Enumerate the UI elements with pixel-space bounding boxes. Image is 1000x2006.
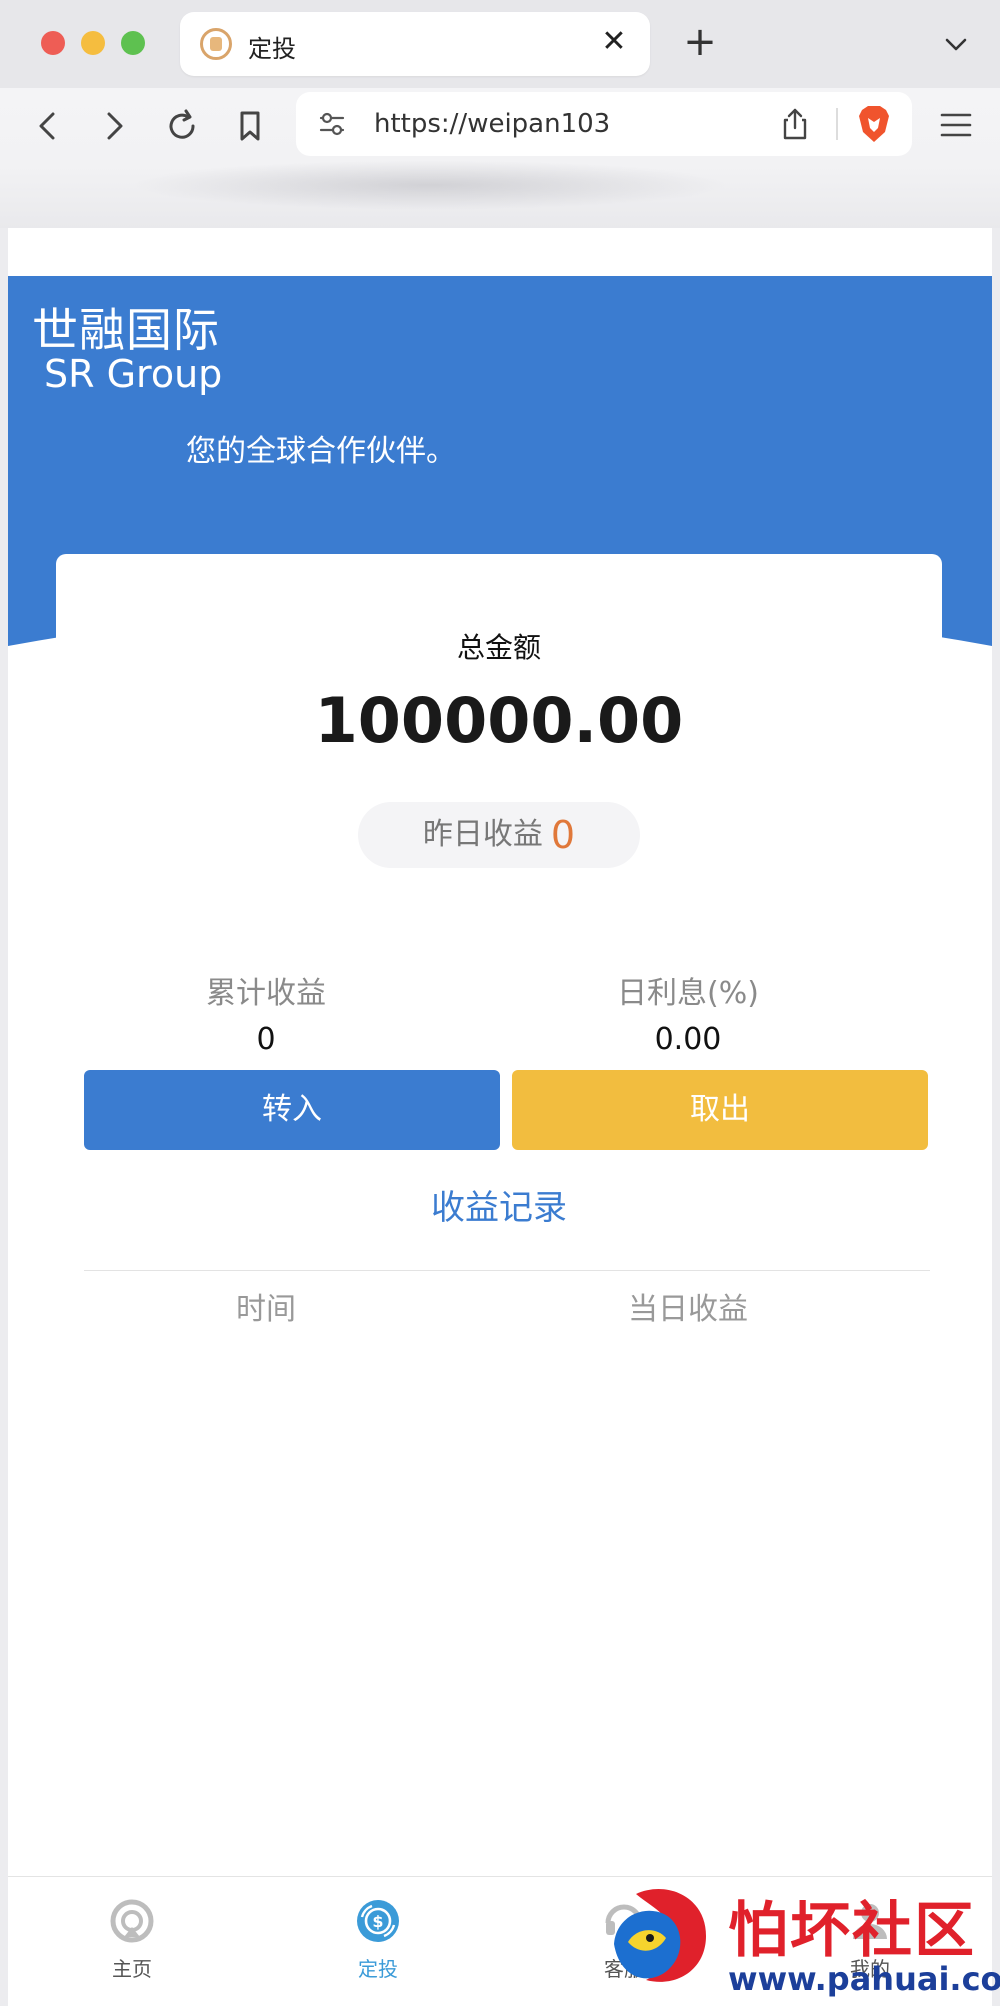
watermark-text: 怕坏社区 xyxy=(728,1896,976,1966)
window-close-button[interactable] xyxy=(41,31,65,55)
yesterday-income-badge: 昨日收益 0 xyxy=(358,802,640,868)
tab-list-chevron-icon[interactable] xyxy=(940,28,972,60)
total-amount-label: 总金额 xyxy=(456,631,541,664)
svg-text:$: $ xyxy=(372,1912,383,1931)
daily-rate-value: 0.00 xyxy=(654,1022,722,1057)
deposit-button[interactable]: 转入 xyxy=(84,1070,500,1150)
watermark-fish-logo xyxy=(614,1889,706,1982)
records-column-daily-income: 当日收益 xyxy=(628,1292,748,1327)
nav-label-home: 主页 xyxy=(112,1957,152,1981)
account-card: 总金额 100000.00 昨日收益 0 累计收益 0 日利息(%) 0.00 转… xyxy=(56,554,942,1554)
nav-item-invest[interactable]: $ 定投 xyxy=(318,1897,438,1982)
window-minimize-button[interactable] xyxy=(81,31,105,55)
cumulative-income-stat: 累计收益 0 xyxy=(56,968,476,1057)
reload-icon[interactable] xyxy=(162,106,202,146)
income-records-title[interactable]: 收益记录 xyxy=(56,1180,942,1229)
records-divider xyxy=(84,1270,930,1271)
daily-rate-stat: 日利息(%) 0.00 xyxy=(478,968,898,1057)
browser-tab-active[interactable]: 定投 ✕ xyxy=(180,12,650,76)
brand-name-cn: 世融国际 xyxy=(32,303,220,357)
nav-label-invest: 定投 xyxy=(358,1957,398,1981)
address-bar-divider xyxy=(836,108,838,140)
cumulative-income-label: 累计收益 xyxy=(206,976,326,1011)
blurred-region xyxy=(130,160,730,210)
site-watermark: 怕坏社区 www.pahuai.com xyxy=(600,1880,1000,2006)
site-settings-icon[interactable] xyxy=(316,108,348,140)
records-column-time: 时间 xyxy=(236,1292,296,1327)
yesterday-income-value: 0 xyxy=(550,813,576,857)
invest-icon: $ xyxy=(357,1900,399,1942)
forward-arrow-icon[interactable] xyxy=(94,106,134,146)
nav-item-home[interactable]: 主页 xyxy=(72,1897,192,1982)
browser-menu-icon[interactable] xyxy=(936,108,976,142)
new-tab-button[interactable]: + xyxy=(680,22,720,62)
daily-rate-label: 日利息(%) xyxy=(617,976,759,1011)
brand-slogan: 您的全球合作伙伴。 xyxy=(186,434,456,469)
url-text[interactable]: https://weipan103 xyxy=(374,109,610,139)
cumulative-income-value: 0 xyxy=(256,1022,276,1057)
address-bar[interactable]: https://weipan103 xyxy=(296,92,912,156)
watermark-url: www.pahuai.com xyxy=(728,1960,1000,1998)
brave-shield-icon[interactable] xyxy=(856,104,892,144)
yesterday-income-label: 昨日收益 xyxy=(422,817,543,852)
site-favicon-icon xyxy=(200,28,232,60)
total-amount-value: 100000.00 xyxy=(314,684,684,757)
tab-close-icon[interactable]: ✕ xyxy=(596,24,632,60)
browser-tab-bar: 定投 ✕ + xyxy=(0,0,1000,88)
home-icon xyxy=(110,1899,154,1943)
withdraw-button[interactable]: 取出 xyxy=(512,1070,928,1150)
bookmark-icon[interactable] xyxy=(230,106,270,146)
window-zoom-button[interactable] xyxy=(121,31,145,55)
back-arrow-icon[interactable] xyxy=(28,106,68,146)
tab-title: 定投 xyxy=(248,35,296,63)
share-icon[interactable] xyxy=(778,106,812,142)
page-viewport: 世融国际 SR Group 您的全球合作伙伴。 总金额 100000.00 昨日… xyxy=(8,228,992,2006)
brand-name-en: SR Group xyxy=(44,352,223,396)
